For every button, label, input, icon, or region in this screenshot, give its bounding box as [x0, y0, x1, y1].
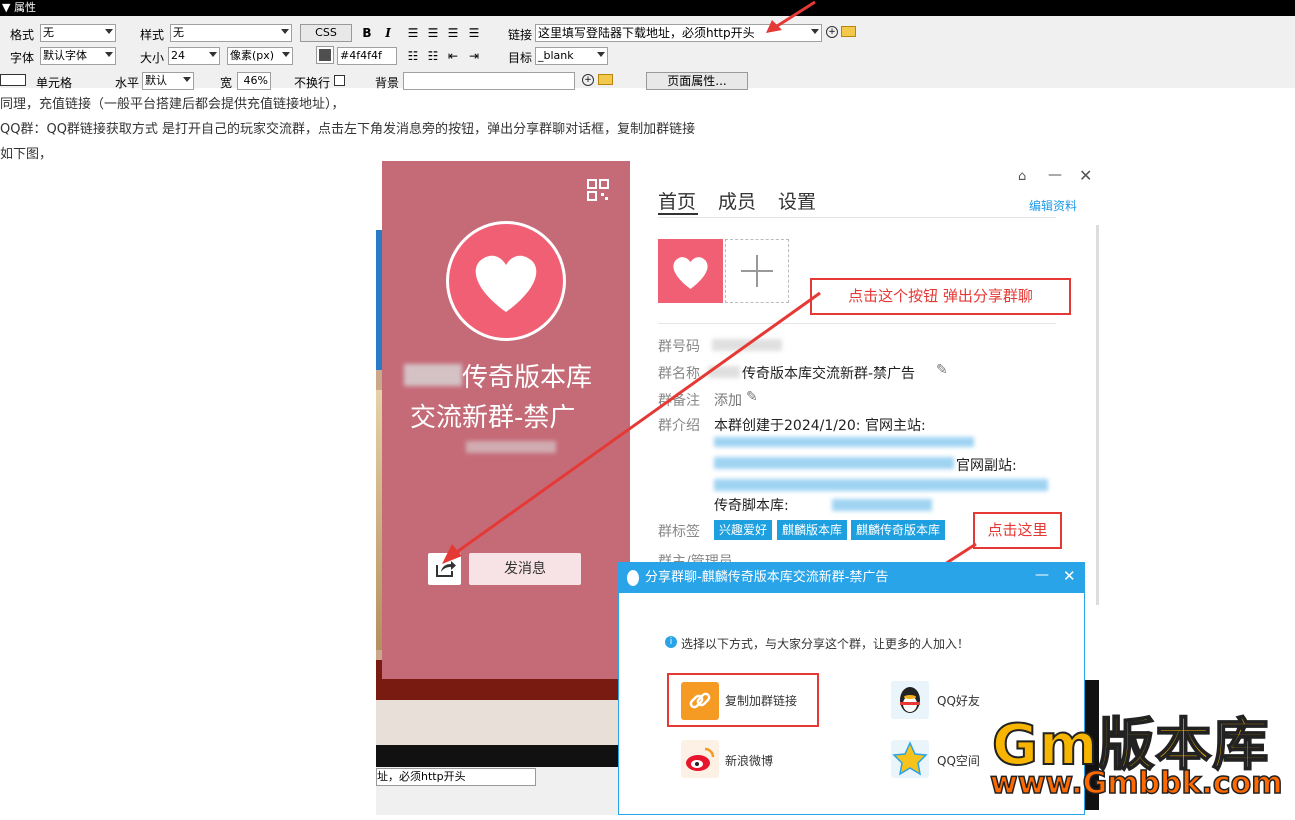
close-icon[interactable]: ✕: [1079, 166, 1092, 185]
indent-icon[interactable]: ⇥: [467, 49, 481, 63]
qq-friends-label[interactable]: QQ好友: [937, 692, 980, 709]
cell-icon: [0, 74, 26, 86]
article-line-3: 如下图，: [0, 147, 53, 162]
italic-button[interactable]: I: [381, 26, 395, 40]
skin-icon[interactable]: ⌂: [1018, 169, 1026, 184]
edit-profile-link[interactable]: 编辑资料: [1029, 197, 1077, 214]
css-button[interactable]: CSS: [300, 24, 352, 42]
align-right-icon[interactable]: ☰: [446, 26, 460, 40]
dialog-close-icon[interactable]: ✕: [1063, 567, 1076, 585]
cell-label: 单元格: [36, 76, 73, 90]
bold-button[interactable]: B: [360, 26, 374, 40]
size-label: 大小: [140, 51, 165, 65]
ordered-list-icon[interactable]: ☷: [426, 49, 440, 63]
align-left-icon[interactable]: ☰: [406, 26, 420, 40]
properties-title: 属性: [13, 1, 36, 14]
copy-link-label[interactable]: 复制加群链接: [725, 692, 797, 709]
horizontal-label: 水平: [115, 76, 140, 90]
qq-friends-icon[interactable]: [891, 681, 929, 719]
qr-code-icon[interactable]: [587, 179, 609, 201]
target-label: 目标: [508, 51, 533, 65]
tab-home[interactable]: 首页: [658, 187, 696, 214]
share-dialog-title: 分享群聊-麒麟传奇版本库交流新群-禁广告: [645, 570, 889, 585]
target-select[interactable]: _blank: [535, 47, 608, 65]
qzone-icon[interactable]: [891, 740, 929, 778]
weibo-icon[interactable]: [681, 740, 719, 778]
point-to-file-icon[interactable]: +: [826, 26, 838, 38]
unordered-list-icon[interactable]: ☷: [406, 49, 420, 63]
align-justify-icon[interactable]: ☰: [467, 26, 481, 40]
minimize-icon[interactable]: —: [1048, 167, 1062, 183]
mirror-site-label: 官网副站:: [956, 458, 1017, 474]
callout-share-button: 点击这个按钮 弹出分享群聊: [810, 278, 1071, 315]
share-hint: 选择以下方式，与大家分享这个群，让更多的人加入！: [681, 637, 970, 651]
weibo-label[interactable]: 新浪微博: [725, 752, 773, 769]
collapse-triangle-icon[interactable]: ▼: [2, 1, 10, 14]
background-label: 背景: [375, 76, 400, 90]
align-center-icon[interactable]: ☰: [426, 26, 440, 40]
size-select[interactable]: 24: [168, 47, 220, 65]
scrollbar[interactable]: [1096, 225, 1099, 605]
tag-qilin-legend-lib[interactable]: 麒麟传奇版本库: [851, 520, 946, 540]
qq-penguin-icon: [627, 570, 639, 586]
font-select[interactable]: 默认字体: [40, 47, 116, 65]
width-input[interactable]: 46%: [237, 72, 271, 90]
style-label: 样式: [140, 28, 165, 42]
properties-panel: 格式 无 样式 无 CSS B I ☰ ☰ ☰ ☰ 链接 这里填写登陆器下载地址…: [0, 16, 1295, 90]
unit-select[interactable]: 像素(px): [227, 47, 293, 65]
outdent-icon[interactable]: ⇤: [446, 49, 460, 63]
red-arrow-link: [766, 0, 816, 33]
qzone-label[interactable]: QQ空间: [937, 752, 980, 769]
tab-divider: [658, 217, 1056, 218]
article-line-1: 同理，充值链接（一般平台搭建后都会提供充值链接地址），: [0, 97, 345, 112]
properties-title-bar: ▼ 属性: [0, 0, 1295, 16]
chain-link-icon: [681, 682, 719, 720]
link-label: 链接: [508, 28, 533, 42]
background-input[interactable]: [403, 72, 575, 90]
callout-click-here: 点击这里: [973, 512, 1062, 549]
font-label: 字体: [10, 51, 35, 65]
browse-folder-icon[interactable]: [841, 26, 856, 37]
color-input[interactable]: #4f4f4f: [337, 47, 397, 65]
behind-link-input: 址，必须http开头: [376, 768, 536, 786]
format-label: 格式: [10, 28, 35, 42]
color-swatch[interactable]: [316, 46, 334, 64]
style-select[interactable]: 无: [170, 24, 292, 42]
tab-underline: [658, 213, 698, 215]
info-icon: i: [665, 636, 677, 648]
nowrap-label: 不换行: [294, 76, 331, 90]
tab-settings[interactable]: 设置: [778, 187, 816, 214]
width-label: 宽: [220, 76, 233, 90]
dialog-minimize-icon[interactable]: —: [1035, 567, 1049, 583]
watermark-url: www.Gmbbk.com: [989, 765, 1283, 802]
horizontal-select[interactable]: 默认: [142, 72, 194, 90]
red-arrow-share: [442, 291, 821, 564]
blurred-script-url: [832, 499, 932, 511]
article-line-2: QQ群：QQ群链接获取方式 是打开自己的玩家交流群，点击左下角发消息旁的按钮，弹…: [0, 122, 696, 137]
edit-name-pencil-icon[interactable]: ✎: [936, 362, 948, 378]
nowrap-checkbox[interactable]: [334, 75, 345, 86]
format-select[interactable]: 无: [40, 24, 116, 42]
bg-point-to-file-icon[interactable]: +: [582, 74, 594, 86]
bg-browse-folder-icon[interactable]: [598, 74, 613, 85]
share-dialog-title-bar: 分享群聊-麒麟传奇版本库交流新群-禁广告: [619, 563, 1084, 593]
tab-members[interactable]: 成员: [718, 187, 756, 214]
page-properties-button[interactable]: 页面属性...: [646, 72, 748, 90]
